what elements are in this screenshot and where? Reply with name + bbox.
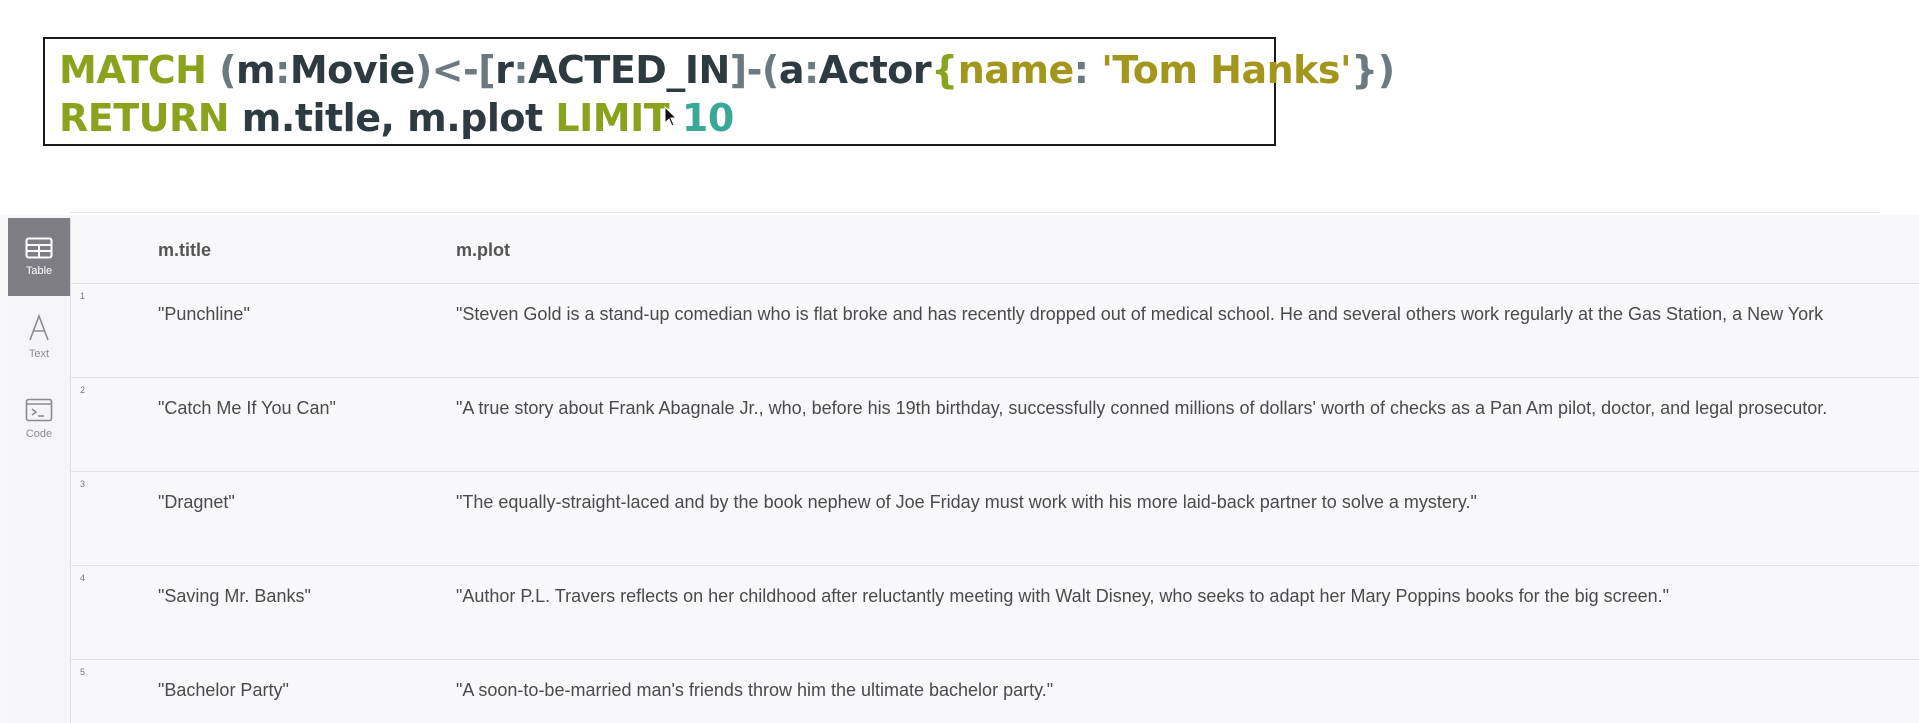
view-code-label: Code — [25, 428, 53, 440]
table-row: 4 "Saving Mr. Banks" "Author P.L. Traver… — [71, 566, 1919, 660]
title-cell: "Catch Me If You Can" — [158, 398, 336, 418]
query-token: ( — [219, 48, 236, 92]
query-token: Movie — [289, 48, 416, 92]
query-token: m.title, m.plot — [241, 96, 556, 140]
query-token: : — [275, 48, 290, 92]
row-number: 4 — [80, 573, 86, 583]
plot-cell: "A true story about Frank Abagnale Jr., … — [456, 398, 1828, 418]
view-text-label: Text — [28, 348, 50, 360]
view-code-button[interactable]: Code — [8, 380, 70, 458]
panel-divider — [70, 212, 1880, 213]
query-token: LIMIT — [555, 96, 682, 140]
query-token: 10 — [681, 96, 734, 140]
plot-cell: "Author P.L. Travers reflects on her chi… — [456, 586, 1670, 606]
query-token: m — [236, 48, 276, 92]
query-token: { — [931, 48, 958, 92]
plot-cell: "A soon-to-be-married man's friends thro… — [456, 680, 1054, 700]
query-token: RETURN — [59, 96, 242, 140]
table-row: 1 "Punchline" "Steven Gold is a stand-up… — [71, 284, 1919, 378]
query-token: Actor — [818, 48, 932, 92]
table-row: 2 "Catch Me If You Can" "A true story ab… — [71, 378, 1919, 472]
title-cell: "Saving Mr. Banks" — [158, 586, 311, 606]
view-table-label: Table — [25, 265, 53, 277]
results-table: m.title m.plot 1 "Punchline" "Steven Gol… — [71, 218, 1919, 723]
query-token: ACTED_IN — [528, 48, 730, 92]
plot-cell: "The equally-straight-laced and by the b… — [456, 492, 1477, 512]
title-cell: "Punchline" — [158, 304, 250, 324]
query-token: a — [778, 48, 805, 92]
query-token: : — [1073, 48, 1102, 92]
title-cell: "Bachelor Party" — [158, 680, 289, 700]
query-token: : — [513, 48, 529, 92]
plot-cell: "Steven Gold is a stand-up comedian who … — [456, 304, 1824, 324]
row-number: 3 — [80, 479, 86, 489]
query-token: : — [803, 48, 819, 92]
row-number: 2 — [80, 385, 86, 395]
table-header: m.title m.plot — [71, 218, 1919, 284]
query-token: 'Tom Hanks' — [1101, 48, 1352, 92]
table-icon — [25, 237, 53, 259]
cypher-query-box[interactable]: MATCH (m:Movie)<-[r:ACTED_IN]-(a:Actor{n… — [43, 37, 1395, 146]
text-icon — [29, 314, 49, 341]
query-line-1: MATCH (m:Movie)<-[r:ACTED_IN]-(a:Actor{n… — [59, 46, 1395, 94]
view-text-button[interactable]: Text — [8, 298, 70, 376]
code-icon — [25, 398, 53, 422]
query-token: ]-( — [729, 48, 780, 92]
view-table-button[interactable]: Table — [8, 218, 70, 296]
query-token: name — [957, 48, 1075, 92]
title-cell: "Dragnet" — [158, 492, 235, 512]
table-row: 5 "Bachelor Party" "A soon-to-be-married… — [71, 660, 1919, 723]
query-token: }) — [1351, 48, 1395, 92]
table-row: 3 "Dragnet" "The equally-straight-laced … — [71, 472, 1919, 566]
row-number: 1 — [80, 291, 86, 301]
query-token: MATCH — [59, 48, 220, 92]
column-header-plot[interactable]: m.plot — [456, 240, 510, 261]
query-token: r — [495, 48, 514, 92]
row-number: 5 — [80, 667, 86, 677]
query-token: )<-[ — [414, 48, 496, 92]
column-header-title[interactable]: m.title — [158, 240, 211, 261]
result-view-sidebar: Table Text Code — [8, 218, 71, 723]
